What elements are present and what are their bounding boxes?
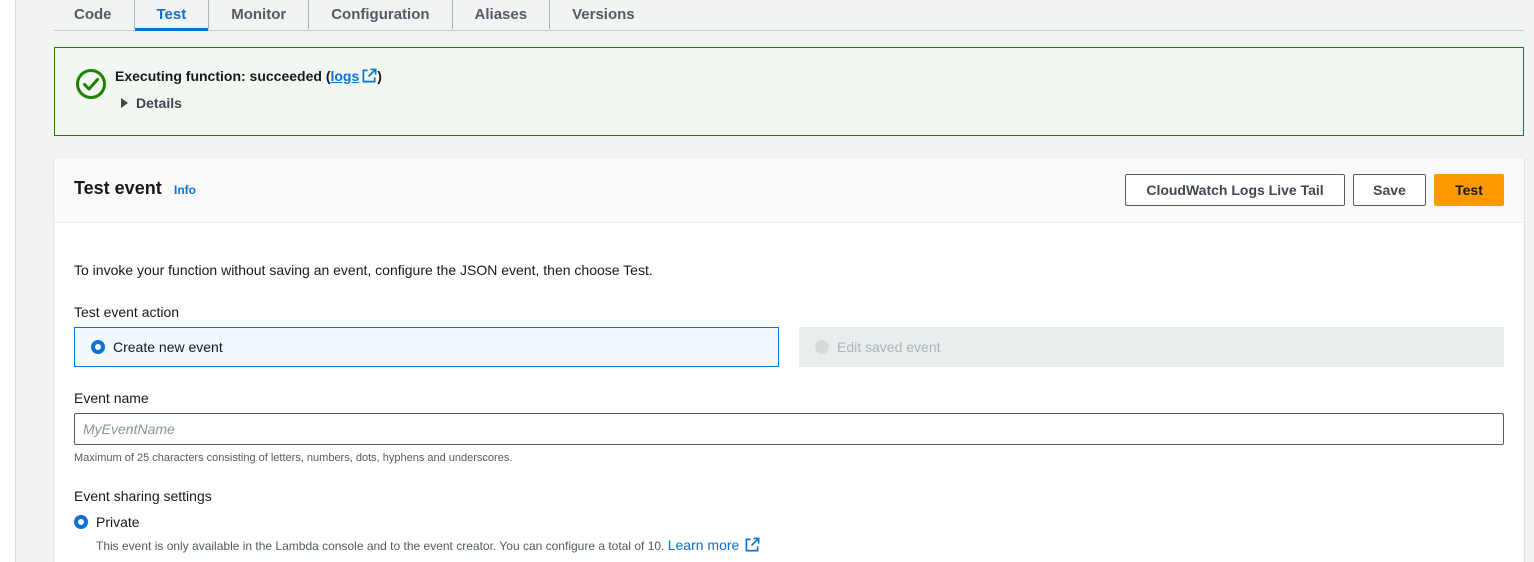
execution-result-title: Executing function: succeeded (logs) xyxy=(115,68,382,84)
execution-result-alert: Executing function: succeeded (logs) Det… xyxy=(54,47,1524,136)
radio-disabled-icon xyxy=(815,340,829,354)
event-name-input[interactable] xyxy=(74,413,1504,445)
details-expander[interactable]: Details xyxy=(121,95,182,111)
learn-more-label: Learn more xyxy=(667,537,740,553)
tab-versions[interactable]: Versions xyxy=(550,0,657,29)
tab-test[interactable]: Test xyxy=(134,0,210,31)
event-name-hint: Maximum of 25 characters consisting of l… xyxy=(74,452,513,464)
create-new-event-option[interactable]: Create new event xyxy=(74,327,779,367)
execution-result-prefix: Executing function: succeeded ( xyxy=(115,68,331,84)
event-sharing-label: Event sharing settings xyxy=(74,488,212,504)
radio-selected-icon xyxy=(74,515,88,529)
cloudwatch-live-tail-button[interactable]: CloudWatch Logs Live Tail xyxy=(1125,174,1345,206)
test-button[interactable]: Test xyxy=(1434,174,1504,206)
radio-selected-icon xyxy=(91,340,105,354)
test-event-header: Test event Info CloudWatch Logs Live Tai… xyxy=(54,158,1524,223)
sharing-private-desc-text: This event is only available in the Lamb… xyxy=(96,539,665,553)
edit-saved-event-option: Edit saved event xyxy=(799,327,1504,367)
lambda-test-page: Code Test Monitor Configuration Aliases … xyxy=(0,0,1534,562)
test-event-title: Test event xyxy=(74,178,162,198)
create-new-event-label: Create new event xyxy=(113,339,223,355)
tab-configuration[interactable]: Configuration xyxy=(309,0,453,29)
logs-link-label: logs xyxy=(330,68,360,84)
event-name-label: Event name xyxy=(74,390,149,406)
save-button[interactable]: Save xyxy=(1353,174,1426,206)
sharing-private-description: This event is only available in the Lamb… xyxy=(96,537,760,553)
external-link-icon xyxy=(745,537,760,552)
side-navigation-rail xyxy=(0,0,16,562)
function-tabs: Code Test Monitor Configuration Aliases … xyxy=(54,0,1524,31)
sharing-private-label: Private xyxy=(96,514,140,530)
caret-right-icon xyxy=(121,98,128,108)
test-event-action-label: Test event action xyxy=(74,304,180,320)
tab-code[interactable]: Code xyxy=(54,0,135,29)
check-circle-icon xyxy=(76,69,106,99)
logs-link[interactable]: logs xyxy=(330,68,377,84)
details-label: Details xyxy=(136,95,182,111)
learn-more-link[interactable]: Learn more xyxy=(668,537,761,553)
info-link[interactable]: Info xyxy=(174,183,196,197)
sharing-private-option[interactable]: Private xyxy=(74,514,140,530)
test-event-description: To invoke your function without saving a… xyxy=(74,262,653,278)
execution-result-suffix: ) xyxy=(377,68,382,84)
tab-monitor[interactable]: Monitor xyxy=(209,0,310,29)
external-link-icon xyxy=(362,68,377,83)
tab-aliases[interactable]: Aliases xyxy=(453,0,551,29)
test-event-panel: Test event Info CloudWatch Logs Live Tai… xyxy=(54,157,1524,562)
edit-saved-event-label: Edit saved event xyxy=(837,339,941,355)
